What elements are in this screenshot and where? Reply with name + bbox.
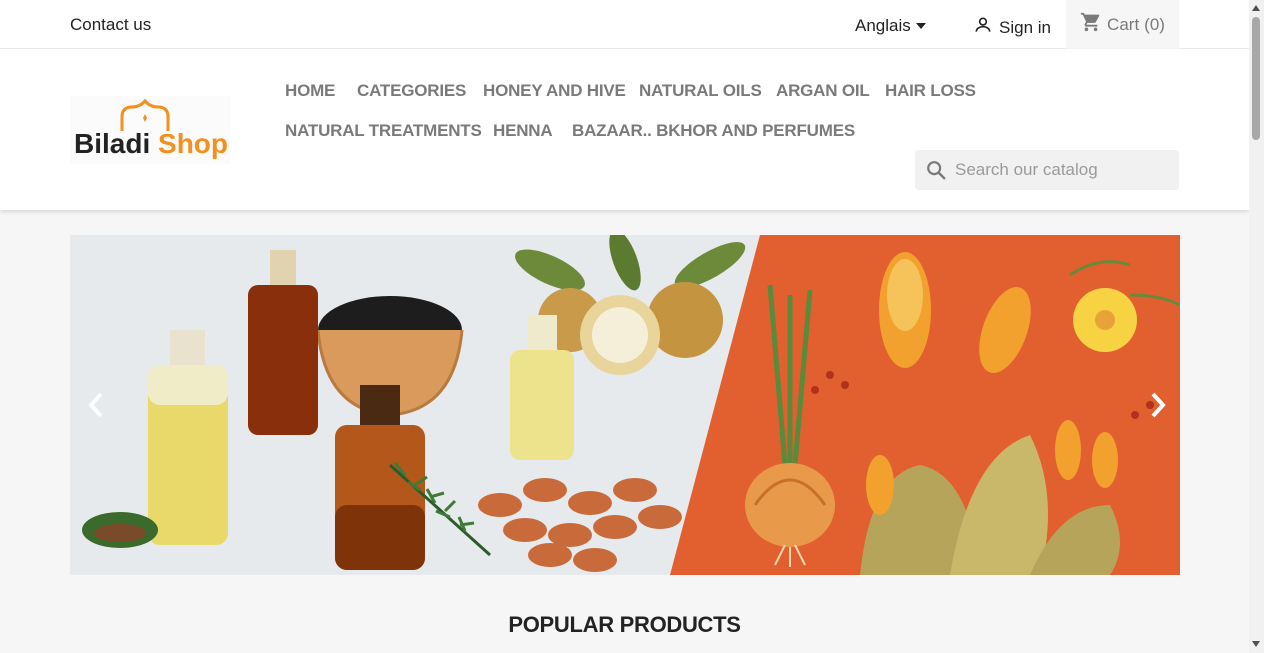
banner-image <box>70 235 1180 575</box>
sign-in-link[interactable]: Sign in <box>973 15 1051 40</box>
language-label: Anglais <box>855 16 911 35</box>
nav-natural-treatments[interactable]: NATURAL TREATMENTS <box>285 121 482 141</box>
nav-bazaar[interactable]: BAZAAR.. BKHOR AND PERFUMES <box>572 121 855 141</box>
scroll-thumb[interactable] <box>1252 17 1260 140</box>
nav-categories[interactable]: CATEGORIES <box>357 81 466 101</box>
caret-down-icon <box>915 23 926 29</box>
chevron-right-icon <box>1151 392 1166 418</box>
carousel-prev-button[interactable] <box>78 387 114 423</box>
cart-label: Cart <box>1107 14 1140 34</box>
search-input[interactable] <box>955 160 1155 180</box>
banner-carousel[interactable] <box>70 235 1180 575</box>
cart-button[interactable]: Cart (0) <box>1066 0 1179 49</box>
nav-honey-and-hive[interactable]: HONEY AND HIVE <box>483 81 626 101</box>
popular-products-heading: POPULAR PRODUCTS <box>508 612 741 637</box>
nav-henna[interactable]: HENNA <box>493 121 553 141</box>
search-box <box>915 150 1179 190</box>
chevron-left-icon <box>88 392 103 418</box>
scroll-down-arrow-icon[interactable] <box>1252 641 1260 647</box>
cart-count: (0) <box>1144 14 1165 34</box>
site-logo[interactable]: Biladi Shop <box>70 96 230 164</box>
logo-text-biladi: Biladi <box>74 128 151 159</box>
main-header: Biladi Shop HOME CATEGORIES HONEY AND HI… <box>0 49 1249 210</box>
language-selector[interactable]: Anglais <box>855 16 926 36</box>
carousel-next-button[interactable] <box>1140 387 1176 423</box>
nav-argan-oil[interactable]: ARGAN OIL <box>776 81 870 101</box>
nav-home[interactable]: HOME <box>285 81 335 101</box>
cart-icon <box>1080 11 1102 38</box>
contact-us-link[interactable]: Contact us <box>70 15 151 35</box>
page-scrollbar[interactable] <box>1249 0 1264 653</box>
nav-hair-loss[interactable]: HAIR LOSS <box>885 81 976 101</box>
search-icon[interactable] <box>925 159 947 181</box>
logo-text-shop: Shop <box>158 128 229 159</box>
top-bar: Contact us Anglais Sign in Cart (0) <box>0 0 1249 49</box>
nav-natural-oils[interactable]: NATURAL OILS <box>639 81 762 101</box>
sign-in-label: Sign in <box>999 17 1051 37</box>
user-icon <box>973 15 993 40</box>
scroll-up-arrow-icon[interactable] <box>1252 5 1260 11</box>
